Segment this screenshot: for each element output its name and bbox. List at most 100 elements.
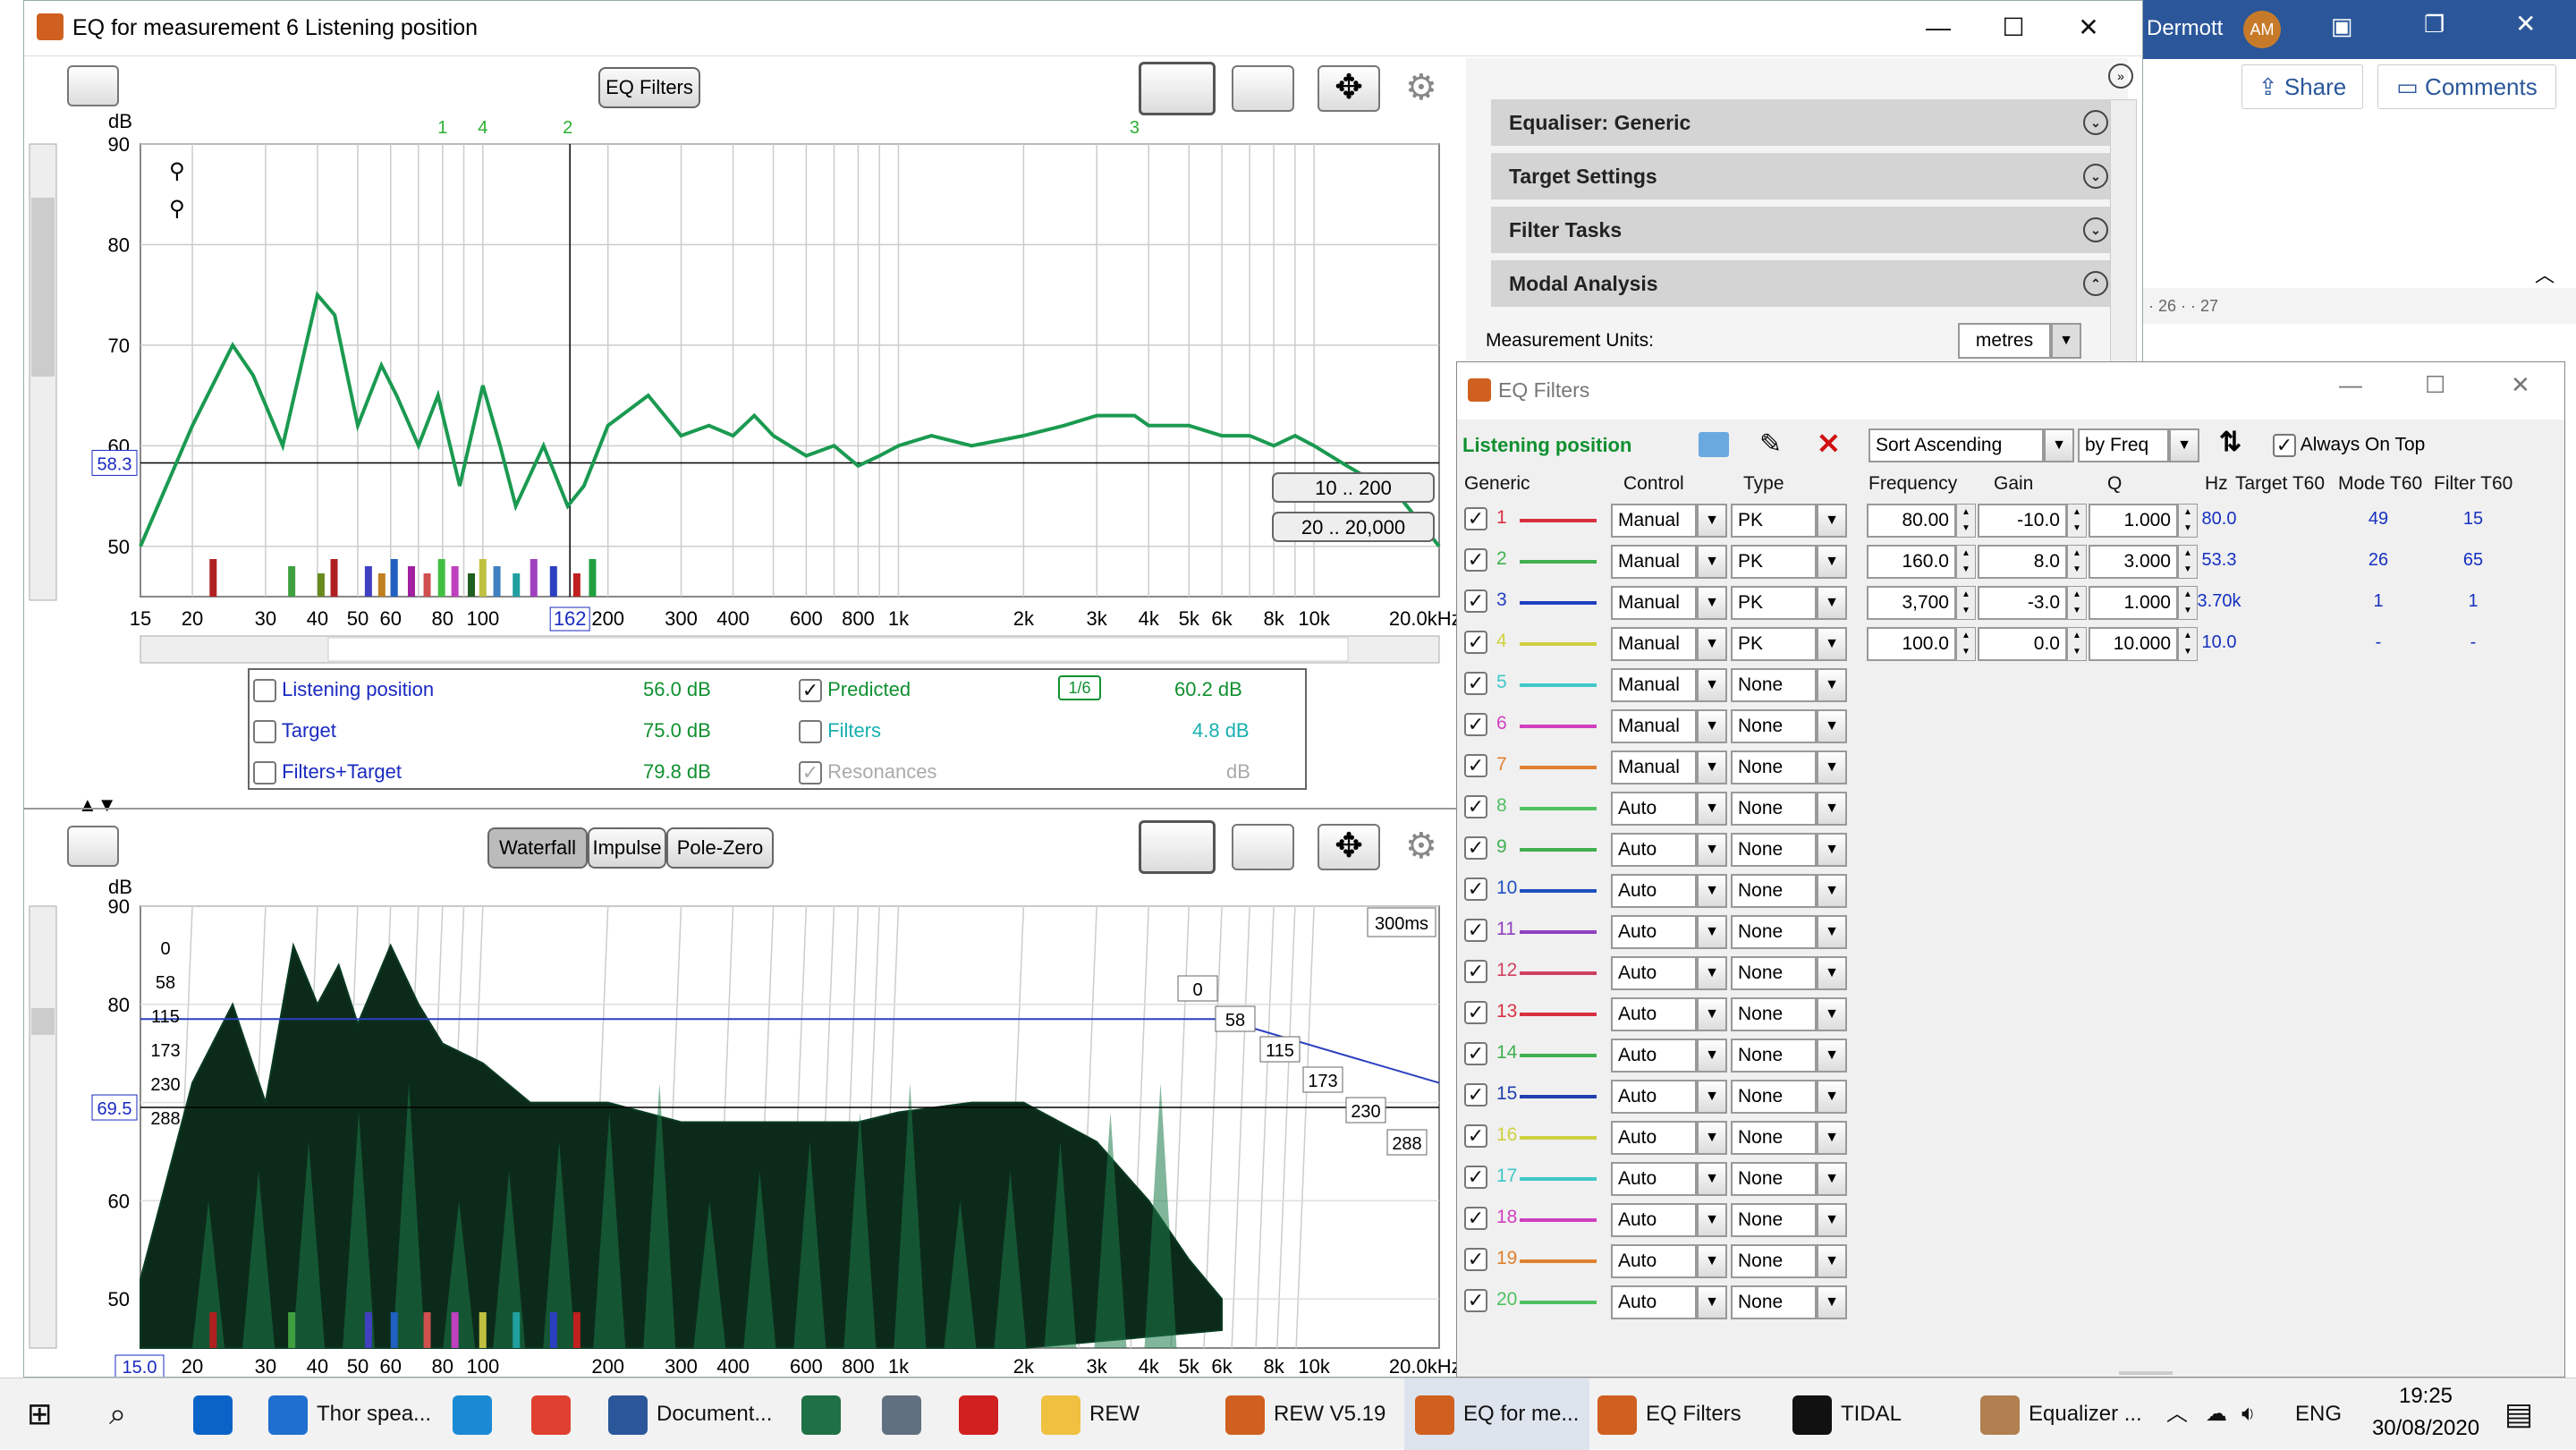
type-select[interactable]: None — [1731, 1244, 1817, 1278]
type-select[interactable]: None — [1731, 1285, 1817, 1319]
frequency-input[interactable]: 80.00 — [1867, 504, 1956, 538]
control-select[interactable]: Auto — [1611, 915, 1697, 949]
q-input[interactable]: 3.000 — [2089, 545, 2178, 579]
control-select[interactable]: Auto — [1611, 1121, 1697, 1155]
tray-chevron-icon[interactable]: ︿ — [2166, 1378, 2188, 1450]
control-select[interactable]: Manual — [1611, 709, 1697, 743]
ribbon-display-icon[interactable]: ▣ — [2331, 13, 2353, 40]
gain-stepper[interactable]: ▲ ▼ — [2067, 545, 2087, 579]
control-select[interactable]: Manual — [1611, 627, 1697, 661]
checkbox-checked[interactable]: ✓ — [799, 761, 822, 785]
chevron-down-icon[interactable]: ▼ — [2051, 323, 2081, 359]
chevron-down-icon[interactable]: ▼ — [2044, 428, 2074, 462]
frequency-stepper[interactable]: ▲ ▼ — [1956, 545, 1976, 579]
control-select[interactable]: Auto — [1611, 1203, 1697, 1237]
tab-pole-zero[interactable]: Pole-Zero — [666, 827, 774, 869]
control-select[interactable]: Manual — [1611, 545, 1697, 579]
chevron-down-icon[interactable]: ▼ — [1817, 833, 1847, 867]
control-select[interactable]: Auto — [1611, 1039, 1697, 1073]
tab-impulse[interactable]: Impulse — [588, 827, 666, 869]
filter-enable-checkbox[interactable]: ✓ — [1464, 754, 1487, 777]
control-select[interactable]: Auto — [1611, 1080, 1697, 1114]
legend-predicted[interactable]: ✓ Predicted — [799, 672, 911, 708]
type-select[interactable]: None — [1731, 668, 1817, 702]
panel-equaliser[interactable]: Equaliser: Generic ⌄ — [1491, 99, 2126, 146]
panel-modal-analysis[interactable]: Modal Analysis ⌃ — [1491, 260, 2126, 307]
chevron-down-icon[interactable]: ▼ — [1817, 668, 1847, 702]
close-button[interactable]: ✕ — [2511, 371, 2530, 399]
control-select[interactable]: Manual — [1611, 586, 1697, 620]
taskbar-chrome-app[interactable] — [531, 1378, 580, 1450]
frequency-stepper[interactable]: ▲ ▼ — [1956, 504, 1976, 538]
smoothing-badge[interactable]: 1/6 — [1058, 675, 1101, 700]
chevron-down-icon[interactable]: ▼ — [1697, 1039, 1727, 1073]
chevron-down-icon[interactable]: ▼ — [1817, 792, 1847, 826]
delete-icon[interactable]: ✕ — [1817, 427, 1841, 461]
chevron-down-icon[interactable]: ▼ — [1697, 627, 1727, 661]
panel-filter-tasks[interactable]: Filter Tasks ⌄ — [1491, 207, 2126, 253]
checkbox[interactable] — [253, 679, 276, 703]
taskbar-pdf-app[interactable] — [959, 1378, 1007, 1450]
units-select[interactable]: metres — [1958, 323, 2051, 359]
control-select[interactable]: Auto — [1611, 833, 1697, 867]
chevron-down-icon[interactable]: ⌄ — [2083, 217, 2108, 242]
chevron-down-icon[interactable]: ▼ — [1817, 586, 1847, 620]
filter-enable-checkbox[interactable]: ✓ — [1464, 878, 1487, 901]
filter-enable-checkbox[interactable]: ✓ — [1464, 672, 1487, 695]
control-select[interactable]: Auto — [1611, 1285, 1697, 1319]
q-input[interactable]: 10.000 — [2089, 627, 2178, 661]
type-select[interactable]: None — [1731, 1121, 1817, 1155]
chevron-down-icon[interactable]: ▼ — [1817, 1203, 1847, 1237]
gain-stepper[interactable]: ▲ ▼ — [2067, 586, 2087, 620]
panel-scrollbar[interactable] — [2110, 99, 2137, 368]
filter-enable-checkbox[interactable]: ✓ — [1464, 1042, 1487, 1065]
filter-enable-checkbox[interactable]: ✓ — [1464, 1289, 1487, 1312]
type-select[interactable]: None — [1731, 997, 1817, 1031]
filter-enable-checkbox[interactable]: ✓ — [1464, 1001, 1487, 1024]
windows-start-icon[interactable]: ⊞ — [27, 1378, 53, 1450]
legend-filters[interactable]: Filters — [799, 713, 881, 749]
chevron-down-icon[interactable]: ▼ — [1697, 545, 1727, 579]
fit-axes-icon[interactable]: ✥ — [1318, 824, 1380, 870]
gain-input[interactable]: 8.0 — [1978, 545, 2067, 579]
frequency-input[interactable]: 100.0 — [1867, 627, 1956, 661]
control-select[interactable]: Manual — [1611, 668, 1697, 702]
sort-order-icon[interactable]: ⇅ — [2219, 427, 2241, 458]
filter-enable-checkbox[interactable]: ✓ — [1464, 1083, 1487, 1107]
filter-enable-checkbox[interactable]: ✓ — [1464, 1166, 1487, 1189]
filter-enable-checkbox[interactable]: ✓ — [1464, 1248, 1487, 1271]
chevron-down-icon[interactable]: ▼ — [1697, 750, 1727, 784]
type-select[interactable]: PK — [1731, 504, 1817, 538]
chevron-down-icon[interactable]: ▼ — [1817, 956, 1847, 990]
chevron-down-icon[interactable]: ▼ — [1817, 1039, 1847, 1073]
frequency-stepper[interactable]: ▲ ▼ — [1956, 627, 1976, 661]
type-select[interactable]: None — [1731, 1039, 1817, 1073]
settings-gear-icon[interactable]: ⚙ — [1405, 826, 1437, 867]
gain-stepper[interactable]: ▲ ▼ — [2067, 504, 2087, 538]
tab-waterfall[interactable]: Waterfall — [487, 827, 588, 869]
frequency-input[interactable]: 3,700 — [1867, 586, 1956, 620]
folder-icon[interactable] — [1699, 432, 1729, 457]
type-select[interactable]: None — [1731, 915, 1817, 949]
chevron-down-icon[interactable]: ▼ — [1817, 627, 1847, 661]
close-icon[interactable]: ✕ — [2515, 9, 2536, 38]
chevron-down-icon[interactable]: ▼ — [1817, 1121, 1847, 1155]
avatar[interactable]: AM — [2243, 11, 2281, 48]
comments-button[interactable]: ▭ Comments — [2377, 64, 2556, 109]
taskbar-eq-filters-app[interactable]: EQ Filters — [1597, 1378, 1741, 1450]
chevron-down-icon[interactable]: ▼ — [2169, 428, 2199, 462]
chevron-down-icon[interactable]: ▼ — [1697, 586, 1727, 620]
language-indicator[interactable]: ENG — [2295, 1378, 2342, 1450]
share-button[interactable]: ⇪ Share — [2241, 64, 2363, 109]
chevron-down-icon[interactable]: ▼ — [1817, 1285, 1847, 1319]
always-on-top-toggle[interactable]: ✓ Always On Top — [2273, 434, 2425, 457]
chevron-down-icon[interactable]: ▼ — [1817, 1244, 1847, 1278]
chevron-up-icon[interactable]: ⌃ — [2083, 271, 2108, 296]
chevron-down-icon[interactable]: ▼ — [1817, 709, 1847, 743]
maximize-button[interactable]: ☐ — [2425, 371, 2445, 399]
chevron-down-icon[interactable]: ⌄ — [2083, 110, 2108, 135]
chevron-down-icon[interactable]: ▼ — [1697, 668, 1727, 702]
chevron-down-icon[interactable]: ▼ — [1697, 1244, 1727, 1278]
volume-icon[interactable]: 🔉︎ — [2241, 1378, 2255, 1450]
sort-select[interactable]: Sort Ascending — [1868, 428, 2044, 462]
